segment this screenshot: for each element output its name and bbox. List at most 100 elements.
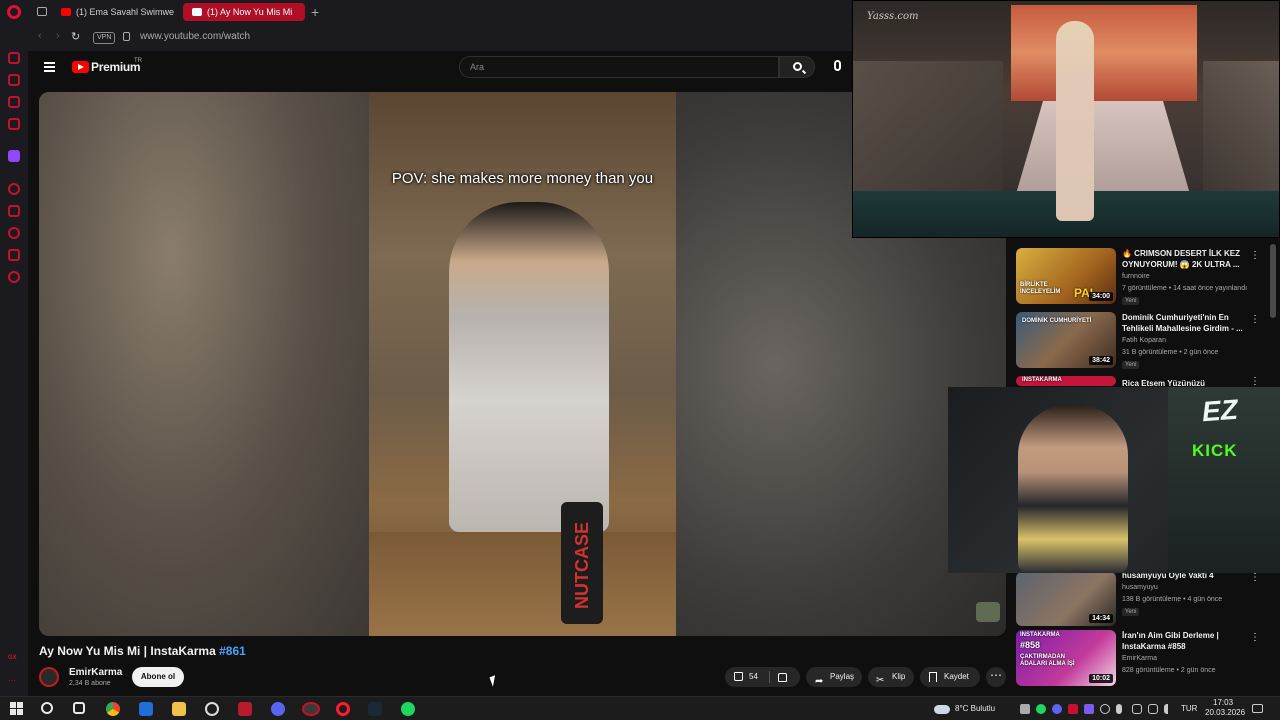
browser-sidebar: GX ⋯ xyxy=(0,0,28,696)
recommendation-thumbnail[interactable]: INSTAKARMA xyxy=(1016,376,1116,386)
bag-icon[interactable] xyxy=(8,74,20,86)
outlook-icon[interactable] xyxy=(139,702,153,716)
gx-icon[interactable]: GX xyxy=(8,655,20,667)
tray-opera-icon[interactable] xyxy=(1068,704,1078,714)
extensions-icon[interactable] xyxy=(8,249,20,261)
reload-icon[interactable]: ↻ xyxy=(71,30,80,43)
recommendation-item[interactable]: INSTAKARMA #858 ÇAKTIRMADAN ADALARI ALMA… xyxy=(1016,630,1268,688)
tray-spotify-icon[interactable] xyxy=(1036,704,1046,714)
tab-ema-savahl[interactable]: (1) Ema Savahl Swimwear xyxy=(52,3,174,21)
recommendation-title[interactable]: 🔥 CRIMSON DESERT İLK KEZ OYNUYORUM! 😱 2K… xyxy=(1122,248,1250,270)
spotify-icon[interactable] xyxy=(401,702,415,716)
tab-menu-icon[interactable] xyxy=(37,7,47,16)
vpn-badge[interactable]: VPN xyxy=(93,32,116,44)
scrollbar-thumb[interactable] xyxy=(1270,244,1276,318)
url-field[interactable]: www.youtube.com/watch xyxy=(140,31,250,42)
search-icon[interactable] xyxy=(41,702,53,714)
volume-icon[interactable] xyxy=(1164,704,1174,714)
like-count[interactable]: 54 xyxy=(749,667,758,687)
instagram-icon[interactable] xyxy=(8,118,20,130)
share-button[interactable]: ➦ Paylaş xyxy=(806,667,862,687)
speed-dial-icon[interactable] xyxy=(8,52,20,64)
recommendation-menu-icon[interactable]: ⋮ xyxy=(1250,314,1260,325)
recommendation-title[interactable]: İran'ın Aim Gibi Derleme | InstaKarma #8… xyxy=(1122,630,1250,652)
share-icon: ➦ xyxy=(815,676,824,687)
recommendation-thumbnail[interactable]: INSTAKARMA #858 ÇAKTIRMADAN ADALARI ALMA… xyxy=(1016,630,1116,686)
subscribe-button[interactable]: Abone ol xyxy=(132,667,184,687)
thumbs-down-icon[interactable] xyxy=(778,673,787,682)
opera-gx-icon[interactable] xyxy=(302,702,320,716)
channel-watermark-icon[interactable] xyxy=(976,602,1000,622)
clip-button[interactable]: ✂ Klip xyxy=(868,667,914,687)
settings-gear-icon[interactable] xyxy=(8,271,20,283)
thumbnail-text: INSTAKARMA xyxy=(1020,632,1060,638)
new-tab-button[interactable]: + xyxy=(311,3,319,21)
notification-icon[interactable] xyxy=(1252,704,1263,713)
microphone-icon[interactable] xyxy=(834,60,841,71)
opera-logo-icon[interactable] xyxy=(7,5,21,19)
microphone-icon[interactable] xyxy=(1116,704,1122,714)
voicemeeter-icon[interactable] xyxy=(238,702,252,716)
tray-app-icon[interactable] xyxy=(1100,704,1110,714)
cloud-icon[interactable] xyxy=(934,705,950,714)
recommendation-thumbnail[interactable]: DOMİNİK CUMHURİYETİ 38:42 xyxy=(1016,312,1116,368)
hamburger-menu-icon[interactable] xyxy=(44,62,55,72)
bookmarks-icon[interactable] xyxy=(8,205,20,217)
thumbs-up-icon[interactable] xyxy=(734,672,743,681)
player-icon[interactable] xyxy=(8,183,20,195)
lock-icon[interactable] xyxy=(123,32,130,41)
obs-icon[interactable] xyxy=(205,702,219,716)
channel-avatar[interactable] xyxy=(39,667,59,687)
recommendation-menu-icon[interactable]: ⋮ xyxy=(1250,250,1260,261)
recommendation-thumbnail[interactable]: 14:34 xyxy=(1016,572,1116,626)
clock-date[interactable]: 20.03.2026 xyxy=(1205,708,1245,717)
more-actions-button[interactable]: ⋯ xyxy=(986,667,1006,687)
recommendation-title[interactable]: Dominik Cumhuriyeti'nin En Tehlikeli Mah… xyxy=(1122,312,1250,334)
discord-icon[interactable] xyxy=(271,702,285,716)
tab-label: (1) Ema Savahl Swimwear xyxy=(76,7,174,17)
search-button[interactable] xyxy=(779,56,815,78)
opera-icon[interactable] xyxy=(336,702,350,716)
recommendation-menu-icon[interactable]: ⋮ xyxy=(1250,572,1260,583)
recommendation-item[interactable]: BİRLİKTE İNCELEYELİM PAI 34:00 🔥 CRIMSON… xyxy=(1016,248,1268,310)
video-frame: NUTCASE POV: she makes more money than y… xyxy=(369,92,676,636)
sidebar-more-icon[interactable]: ⋯ xyxy=(8,676,20,688)
recommendation-item[interactable]: 14:34 husamyuyu Oyle Vakti 4 husamyuyu 1… xyxy=(1016,570,1268,626)
windows-start-icon[interactable] xyxy=(10,702,24,716)
history-icon[interactable] xyxy=(8,227,20,239)
save-button[interactable]: Kaydet xyxy=(920,667,980,687)
recommendation-channel[interactable]: furnnoire xyxy=(1122,273,1150,280)
youtube-logo-icon[interactable] xyxy=(72,61,89,73)
recommendation-channel[interactable]: husamyuyu xyxy=(1122,584,1158,591)
back-icon[interactable]: ‹ xyxy=(38,30,42,42)
recommendation-meta: 7 görüntüleme • 14 saat önce yayınlandı xyxy=(1122,285,1248,292)
tray-app-icon[interactable] xyxy=(1084,704,1094,714)
tray-discord-icon[interactable] xyxy=(1052,704,1062,714)
recommendation-thumbnail[interactable]: BİRLİKTE İNCELEYELİM PAI 34:00 xyxy=(1016,248,1116,304)
chrome-icon[interactable] xyxy=(106,702,120,716)
file-explorer-icon[interactable] xyxy=(172,702,186,716)
network-icon[interactable] xyxy=(1148,704,1158,714)
recommendation-item[interactable]: DOMİNİK CUMHURİYETİ 38:42 Dominik Cumhur… xyxy=(1016,312,1268,374)
recommendations-scrollbar[interactable] xyxy=(1270,240,1276,690)
youtube-logo-text[interactable]: Premium xyxy=(91,60,141,74)
language-indicator[interactable]: TUR xyxy=(1181,704,1197,713)
tray-app-icon[interactable] xyxy=(1132,704,1142,714)
tray-app-icon[interactable] xyxy=(1020,704,1030,714)
video-title-hashtag[interactable]: #861 xyxy=(219,644,246,658)
weather-label[interactable]: 8°C Bulutlu xyxy=(955,704,995,713)
forward-icon[interactable]: › xyxy=(56,30,60,42)
like-divider xyxy=(769,671,770,683)
recommendation-channel[interactable]: Fatih Koparan xyxy=(1122,337,1166,344)
twitch-icon[interactable] xyxy=(8,150,20,162)
clock-time[interactable]: 17:03 xyxy=(1213,698,1233,707)
recommendation-channel[interactable]: EmirKarma xyxy=(1122,655,1157,662)
recommendation-menu-icon[interactable]: ⋮ xyxy=(1250,632,1260,643)
search-input[interactable]: Ara xyxy=(459,56,779,78)
task-view-icon[interactable] xyxy=(73,702,85,714)
recommendation-menu-icon[interactable]: ⋮ xyxy=(1250,376,1260,387)
channel-name[interactable]: EmirKarma xyxy=(69,667,122,678)
tab-ay-now-yu-mis-mi[interactable]: (1) Ay Now Yu Mis Mi xyxy=(183,3,305,21)
steam-icon[interactable] xyxy=(368,702,382,716)
messenger-icon[interactable] xyxy=(8,96,20,108)
